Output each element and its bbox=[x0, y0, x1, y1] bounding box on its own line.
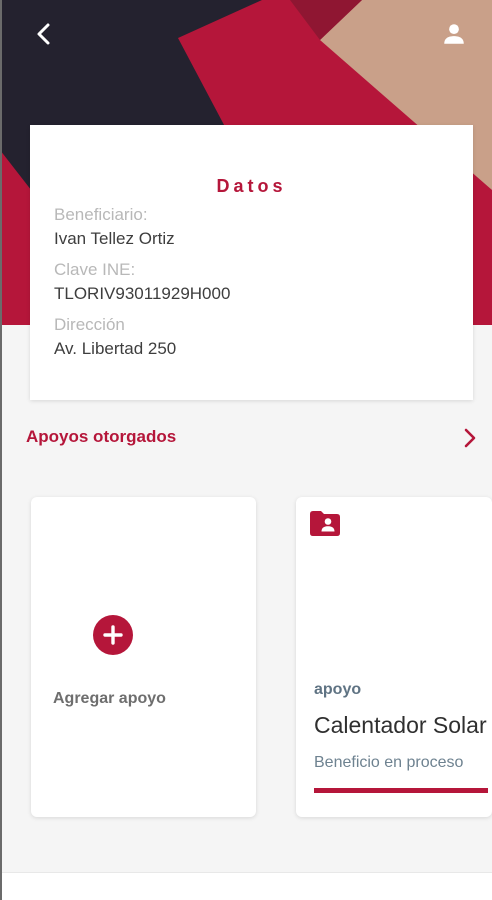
arrow-back-icon bbox=[37, 23, 50, 45]
direccion-value: Av. Libertad 250 bbox=[54, 339, 177, 358]
folder-account-icon bbox=[310, 511, 340, 536]
apoyo-progress-fill bbox=[314, 788, 488, 793]
clave-ine-label: Clave INE: bbox=[54, 260, 136, 279]
add-apoyo-label: Agregar apoyo bbox=[53, 690, 166, 707]
bottom-area bbox=[0, 872, 492, 900]
window-edge bbox=[0, 0, 2, 900]
beneficiario-value: Ivan Tellez Ortiz bbox=[54, 229, 175, 248]
apoyo-progress-bar bbox=[314, 788, 488, 793]
chevron-right-icon bbox=[464, 428, 476, 448]
account-button[interactable] bbox=[432, 14, 476, 54]
apoyo-title: Calentador Solar bbox=[314, 712, 487, 738]
account-icon bbox=[444, 24, 464, 44]
beneficiario-label: Beneficiario: bbox=[54, 205, 148, 224]
add-apoyo-card[interactable]: Agregar apoyo bbox=[31, 497, 256, 817]
apoyos-see-all-button[interactable] bbox=[456, 424, 484, 452]
apoyos-header[interactable]: Apoyos otorgados bbox=[26, 427, 176, 447]
clave-ine-value: TLORIV93011929H000 bbox=[54, 284, 231, 303]
apoyo-type: apoyo bbox=[314, 681, 362, 698]
apoyo-card[interactable]: apoyo Calentador Solar Beneficio en proc… bbox=[296, 497, 492, 817]
direccion-label: Dirección bbox=[54, 315, 125, 334]
apoyo-status: Beneficio en proceso bbox=[314, 754, 464, 771]
back-button[interactable] bbox=[24, 14, 64, 54]
top-bar bbox=[0, 0, 492, 70]
plus-icon bbox=[103, 625, 123, 645]
add-apoyo-button[interactable] bbox=[93, 615, 133, 655]
datos-title: Datos bbox=[216, 176, 287, 196]
